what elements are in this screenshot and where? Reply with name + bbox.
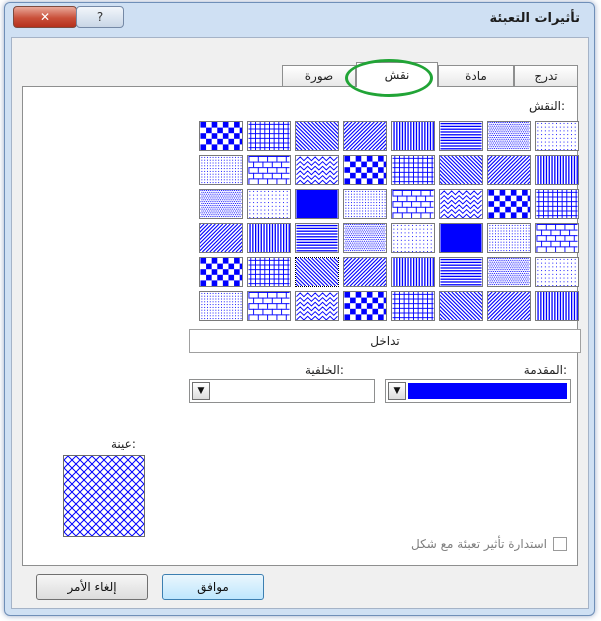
pattern-swatch[interactable]: [199, 257, 243, 287]
pattern-swatch[interactable]: [391, 155, 435, 185]
pattern-swatch[interactable]: [439, 291, 483, 321]
pattern-swatch[interactable]: [535, 155, 579, 185]
cancel-button[interactable]: إلغاء الأمر: [36, 574, 148, 600]
dialog-title: تأثيرات التعبئة: [489, 11, 580, 26]
foreground-color-select[interactable]: ▼: [385, 379, 571, 403]
pattern-swatch[interactable]: [343, 155, 387, 185]
pattern-swatch[interactable]: [487, 257, 531, 287]
foreground-label: المقدمة:: [523, 363, 567, 377]
pattern-grid: [191, 121, 579, 323]
pattern-swatch[interactable]: [343, 189, 387, 219]
pattern-swatch[interactable]: [295, 189, 339, 219]
pattern-swatch[interactable]: [391, 291, 435, 321]
pattern-name-display: تداخل: [189, 329, 581, 353]
pattern-swatch[interactable]: [343, 223, 387, 253]
pattern-swatch[interactable]: [535, 121, 579, 151]
pattern-swatch[interactable]: [199, 291, 243, 321]
pattern-swatch[interactable]: [487, 189, 531, 219]
dialog-body: تدرج مادة نقش صورة النقش: تداخل المقدمة:…: [11, 37, 589, 609]
pattern-swatch[interactable]: [439, 257, 483, 287]
pattern-swatch[interactable]: [295, 121, 339, 151]
help-button[interactable]: ?: [76, 6, 124, 28]
pattern-swatch[interactable]: [391, 189, 435, 219]
rotate-with-shape-label: استدارة تأثير تعبئة مع شكل: [411, 537, 547, 551]
pattern-swatch[interactable]: [439, 223, 483, 253]
tab-gradient[interactable]: تدرج: [514, 65, 578, 86]
chevron-down-icon[interactable]: ▼: [388, 382, 406, 400]
pattern-swatch[interactable]: [247, 189, 291, 219]
tab-strip: تدرج مادة نقش صورة: [278, 62, 578, 87]
help-icon: ?: [96, 10, 104, 24]
pattern-swatch[interactable]: [295, 155, 339, 185]
pattern-swatch[interactable]: [295, 223, 339, 253]
chevron-down-icon[interactable]: ▼: [192, 382, 210, 400]
pattern-swatch[interactable]: [199, 155, 243, 185]
pattern-swatch[interactable]: [487, 121, 531, 151]
pattern-section-label: النقش:: [528, 99, 565, 113]
pattern-swatch[interactable]: [535, 223, 579, 253]
pattern-swatch[interactable]: [535, 291, 579, 321]
pattern-swatch[interactable]: [391, 121, 435, 151]
pattern-swatch[interactable]: [247, 223, 291, 253]
pattern-swatch[interactable]: [439, 121, 483, 151]
pattern-panel: النقش: تداخل المقدمة: ▼ الخلفية: ▼ عينة:…: [22, 86, 581, 566]
rotate-with-shape-checkbox[interactable]: [553, 537, 567, 551]
close-button[interactable]: ✕: [13, 6, 77, 28]
pattern-swatch[interactable]: [343, 291, 387, 321]
sample-preview: [63, 455, 145, 537]
foreground-color-swatch: [408, 383, 567, 399]
pattern-swatch[interactable]: [247, 291, 291, 321]
pattern-swatch[interactable]: [391, 257, 435, 287]
pattern-swatch[interactable]: [487, 155, 531, 185]
pattern-swatch[interactable]: [247, 257, 291, 287]
pattern-swatch[interactable]: [295, 291, 339, 321]
fill-effects-dialog: ✕ ? تأثيرات التعبئة تدرج مادة نقش صورة ا…: [4, 2, 595, 616]
pattern-swatch[interactable]: [487, 291, 531, 321]
tab-picture[interactable]: صورة: [282, 65, 356, 86]
pattern-swatch[interactable]: [535, 257, 579, 287]
pattern-swatch[interactable]: [343, 257, 387, 287]
pattern-swatch[interactable]: [535, 189, 579, 219]
pattern-swatch[interactable]: [247, 121, 291, 151]
tab-texture[interactable]: مادة: [438, 65, 514, 86]
sample-label: عينة:: [111, 437, 136, 451]
pattern-swatch[interactable]: [439, 155, 483, 185]
pattern-swatch[interactable]: [391, 223, 435, 253]
close-icon: ✕: [39, 10, 51, 24]
ok-button[interactable]: موافق: [162, 574, 264, 600]
background-color-select[interactable]: ▼: [189, 379, 375, 403]
pattern-swatch[interactable]: [439, 189, 483, 219]
background-color-swatch: [212, 383, 371, 399]
pattern-swatch[interactable]: [199, 189, 243, 219]
pattern-swatch[interactable]: [343, 121, 387, 151]
background-label: الخلفية:: [305, 363, 344, 377]
tab-pattern[interactable]: نقش: [356, 62, 438, 87]
pattern-swatch[interactable]: [199, 223, 243, 253]
pattern-swatch[interactable]: [487, 223, 531, 253]
title-bar: ✕ ? تأثيرات التعبئة: [5, 3, 594, 39]
pattern-swatch[interactable]: [247, 155, 291, 185]
rotate-with-shape-option[interactable]: استدارة تأثير تعبئة مع شكل: [411, 537, 567, 551]
pattern-swatch[interactable]: [199, 121, 243, 151]
pattern-swatch[interactable]: [295, 257, 339, 287]
